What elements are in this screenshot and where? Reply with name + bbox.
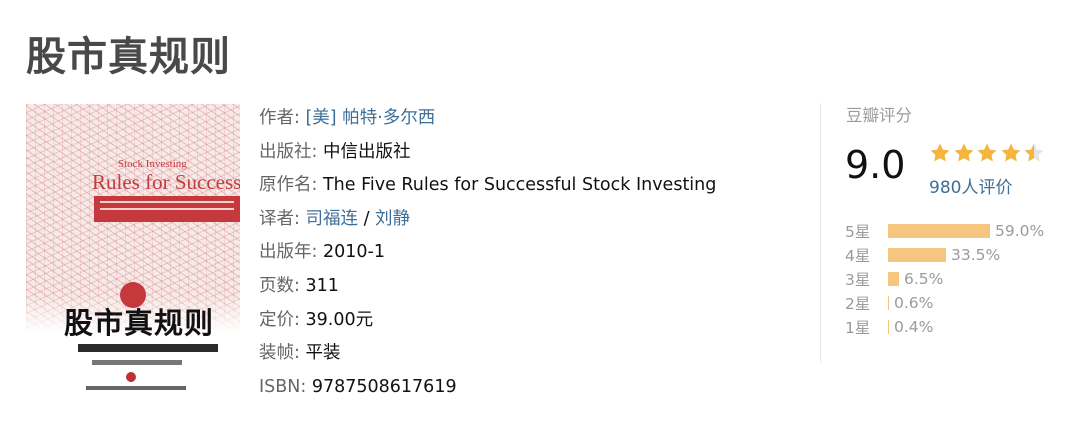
rating-row-label: 5星 [845, 223, 871, 241]
rating-bar [888, 248, 946, 262]
rating-distribution: 5星 59.0% 4星 33.5% 3星 6.5% 2星 0.6% 1星 0.4% [845, 219, 1044, 339]
cover-title-cn: 股市真规则 [64, 306, 215, 340]
author-prefix: [美] [305, 108, 337, 128]
isbn-row: ISBN: 9787508617619 [259, 371, 716, 405]
star-full-icon [976, 142, 1000, 164]
rating-row: 3星 6.5% [845, 267, 1044, 291]
star-full-icon [1000, 142, 1024, 164]
rating-row: 1星 0.4% [845, 315, 1044, 339]
pub-year-value: 2010-1 [322, 242, 385, 263]
price-label: 定价: [259, 309, 300, 330]
rating-bar [888, 320, 889, 334]
rating-count-link[interactable]: 980人评价 [929, 173, 1012, 198]
rating-row-label: 3星 [845, 271, 871, 289]
author-label: 作者: [259, 108, 300, 128]
book-cover-image[interactable]: Stock Investing Rules for Successful 股市真… [26, 104, 240, 392]
author-name: 帕特·多尔西 [342, 108, 436, 128]
binding-row: 装帧: 平装 [259, 337, 716, 371]
rating-row: 4星 33.5% [845, 243, 1044, 267]
isbn-value: 9787508617619 [311, 376, 457, 397]
translator-link-1[interactable]: 司福连 [305, 209, 358, 229]
rating-bar [888, 224, 990, 238]
pub-year-label: 出版年: [259, 242, 318, 263]
page-title: 股市真规则 [26, 34, 231, 80]
star-full-icon [953, 142, 977, 164]
isbn-label: ISBN: [259, 376, 307, 397]
rating-row: 5星 59.0% [845, 219, 1044, 243]
publisher-row: 出版社: 中信出版社 [259, 136, 716, 170]
star-full-icon [929, 142, 953, 164]
pub-year-row: 出版年: 2010-1 [259, 236, 716, 270]
original-title-label: 原作名: [259, 175, 318, 196]
book-info: 作者: [美] 帕特·多尔西 出版社: 中信出版社 原作名: The Five … [259, 102, 716, 404]
publisher-label: 出版社: [259, 141, 318, 162]
pages-value: 311 [305, 275, 339, 296]
cover-title-en-large: Rules for Successful [92, 170, 240, 194]
rating-bar [888, 296, 889, 310]
cover-author-block [92, 360, 182, 365]
rating-score: 9.0 [845, 143, 906, 187]
rating-row-percent: 59.0% [995, 222, 1045, 240]
rating-row-label: 4星 [845, 247, 871, 265]
rating-row-percent: 6.5% [904, 270, 944, 288]
translator-row: 译者: 司福连 / 刘静 [259, 203, 716, 237]
price-value: 39.00元 [305, 309, 374, 330]
rating-row-label: 2星 [845, 295, 871, 313]
pages-label: 页数: [259, 275, 300, 296]
rating-row-label: 1星 [845, 319, 871, 337]
author-row: 作者: [美] 帕特·多尔西 [259, 102, 716, 136]
cover-subtitle-block [78, 344, 218, 352]
rating-row-percent: 0.4% [894, 318, 934, 336]
rating-row-percent: 33.5% [951, 246, 1001, 264]
author-link[interactable]: [美] 帕特·多尔西 [305, 108, 435, 128]
original-title-row: 原作名: The Five Rules for Successful Stock… [259, 169, 716, 203]
publisher-value: 中信出版社 [322, 141, 411, 162]
price-row: 定价: 39.00元 [259, 304, 716, 338]
rating-row-percent: 0.6% [894, 294, 934, 312]
cover-publisher-logo [126, 372, 136, 382]
section-divider [820, 103, 821, 363]
rating-header: 豆瓣评分 [846, 106, 912, 125]
cover-title-en-small: Stock Investing [118, 158, 187, 170]
translator-link-2[interactable]: 刘静 [375, 209, 410, 229]
binding-label: 装帧: [259, 343, 300, 364]
star-half-icon [1023, 142, 1047, 164]
cover-banner [94, 196, 240, 222]
rating-bar [888, 272, 899, 286]
pages-row: 页数: 311 [259, 270, 716, 304]
translator-separator: / [363, 208, 370, 229]
rating-stars [929, 142, 1047, 164]
original-title-value: The Five Rules for Successful Stock Inve… [322, 175, 717, 196]
cover-footer-block [86, 386, 186, 390]
rating-row: 2星 0.6% [845, 291, 1044, 315]
translator-label: 译者: [259, 208, 300, 229]
binding-value: 平装 [305, 343, 341, 364]
